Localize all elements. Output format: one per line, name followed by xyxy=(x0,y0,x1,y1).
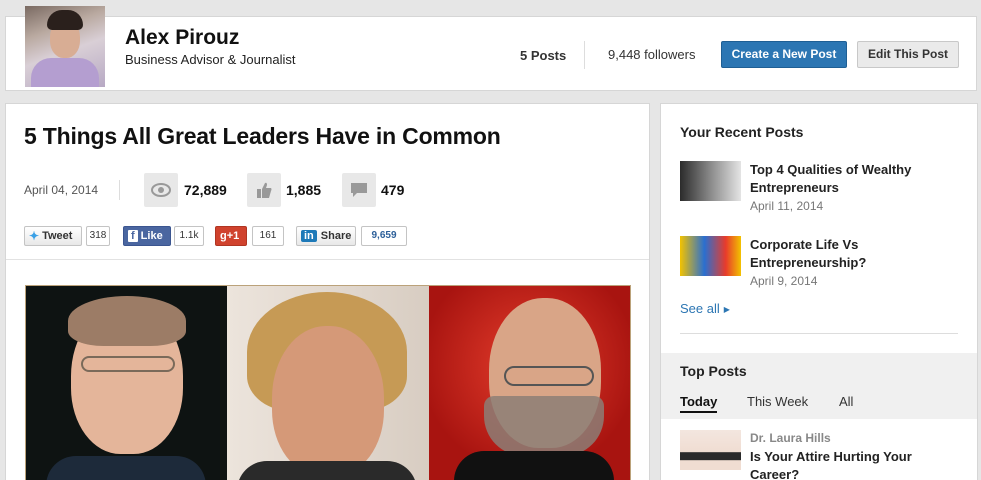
top-post-author[interactable]: Dr. Laura Hills xyxy=(750,431,831,445)
hero-photo-right xyxy=(428,286,630,480)
top-post-title[interactable]: Is Your Attire Hurting Your Career? xyxy=(750,448,950,480)
comments-count: 479 xyxy=(381,182,405,198)
google-plus-count: 161 xyxy=(252,226,284,246)
publish-date: April 04, 2014 xyxy=(24,183,99,197)
profile-bar: Alex Pirouz Business Advisor & Journalis… xyxy=(5,6,977,91)
facebook-like-label: Like xyxy=(140,230,163,242)
twitter-bird-icon: ✦ xyxy=(29,229,40,243)
posts-count[interactable]: 5 Posts xyxy=(520,48,566,63)
hero-photo-left xyxy=(26,286,228,480)
eye-icon xyxy=(144,173,178,207)
likes-count: 1,885 xyxy=(286,182,322,198)
article-hero-image xyxy=(25,285,631,480)
see-all-label: See all xyxy=(680,301,720,316)
avatar[interactable] xyxy=(25,6,105,87)
recent-post-thumbnail[interactable] xyxy=(680,236,741,276)
divider xyxy=(584,41,585,69)
google-plus-button[interactable]: g +1 xyxy=(215,226,247,246)
caret-right-icon: ▶ xyxy=(723,305,730,314)
hero-photo-middle xyxy=(227,286,429,480)
create-new-post-button[interactable]: Create a New Post xyxy=(721,41,847,68)
tab-all[interactable]: All xyxy=(839,394,853,409)
profile-name[interactable]: Alex Pirouz xyxy=(125,26,239,50)
recent-post-title[interactable]: Top 4 Qualities of Wealthy Entrepreneurs xyxy=(750,161,950,197)
recent-post-date: April 11, 2014 xyxy=(750,199,824,213)
sidebar: Your Recent Posts Top 4 Qualities of Wea… xyxy=(660,103,978,480)
tab-today[interactable]: Today xyxy=(680,394,718,413)
linkedin-icon: in xyxy=(301,230,317,242)
tweet-button[interactable]: ✦ Tweet xyxy=(24,226,82,246)
facebook-icon: f xyxy=(128,230,138,242)
linkedin-share-label: Share xyxy=(320,230,352,242)
recent-post-title[interactable]: Corporate Life Vs Entrepreneurship? xyxy=(750,236,950,272)
facebook-like-button[interactable]: f Like xyxy=(123,226,171,246)
views-count: 72,889 xyxy=(184,182,227,198)
followers-count[interactable]: 9,448 followers xyxy=(608,47,695,62)
article-title: 5 Things All Great Leaders Have in Commo… xyxy=(24,123,501,149)
linkedin-share-button[interactable]: in Share xyxy=(296,226,356,246)
divider xyxy=(680,333,958,334)
tweet-count: 318 xyxy=(86,226,110,246)
thumbs-up-icon[interactable] xyxy=(247,173,281,207)
divider xyxy=(119,180,120,200)
see-all-link[interactable]: See all ▶ xyxy=(680,301,730,316)
top-posts-header: Top Posts Today This Week All xyxy=(661,353,977,419)
google-plus-label: +1 xyxy=(226,230,240,242)
google-plus-icon: g xyxy=(220,230,227,242)
facebook-like-count: 1.1k xyxy=(174,226,204,246)
recent-post-thumbnail[interactable] xyxy=(680,161,741,201)
tab-this-week[interactable]: This Week xyxy=(747,394,808,409)
comment-icon[interactable] xyxy=(342,173,376,207)
article-panel: 5 Things All Great Leaders Have in Commo… xyxy=(5,103,650,480)
tweet-label: Tweet xyxy=(42,230,73,242)
recent-post-date: April 9, 2014 xyxy=(750,274,818,288)
profile-headline: Business Advisor & Journalist xyxy=(125,52,296,67)
divider xyxy=(6,259,649,260)
linkedin-share-count: 9,659 xyxy=(361,226,407,246)
top-post-thumbnail[interactable] xyxy=(680,430,741,470)
top-posts-heading: Top Posts xyxy=(680,363,747,379)
edit-post-button[interactable]: Edit This Post xyxy=(857,41,959,68)
recent-posts-heading: Your Recent Posts xyxy=(680,124,804,140)
